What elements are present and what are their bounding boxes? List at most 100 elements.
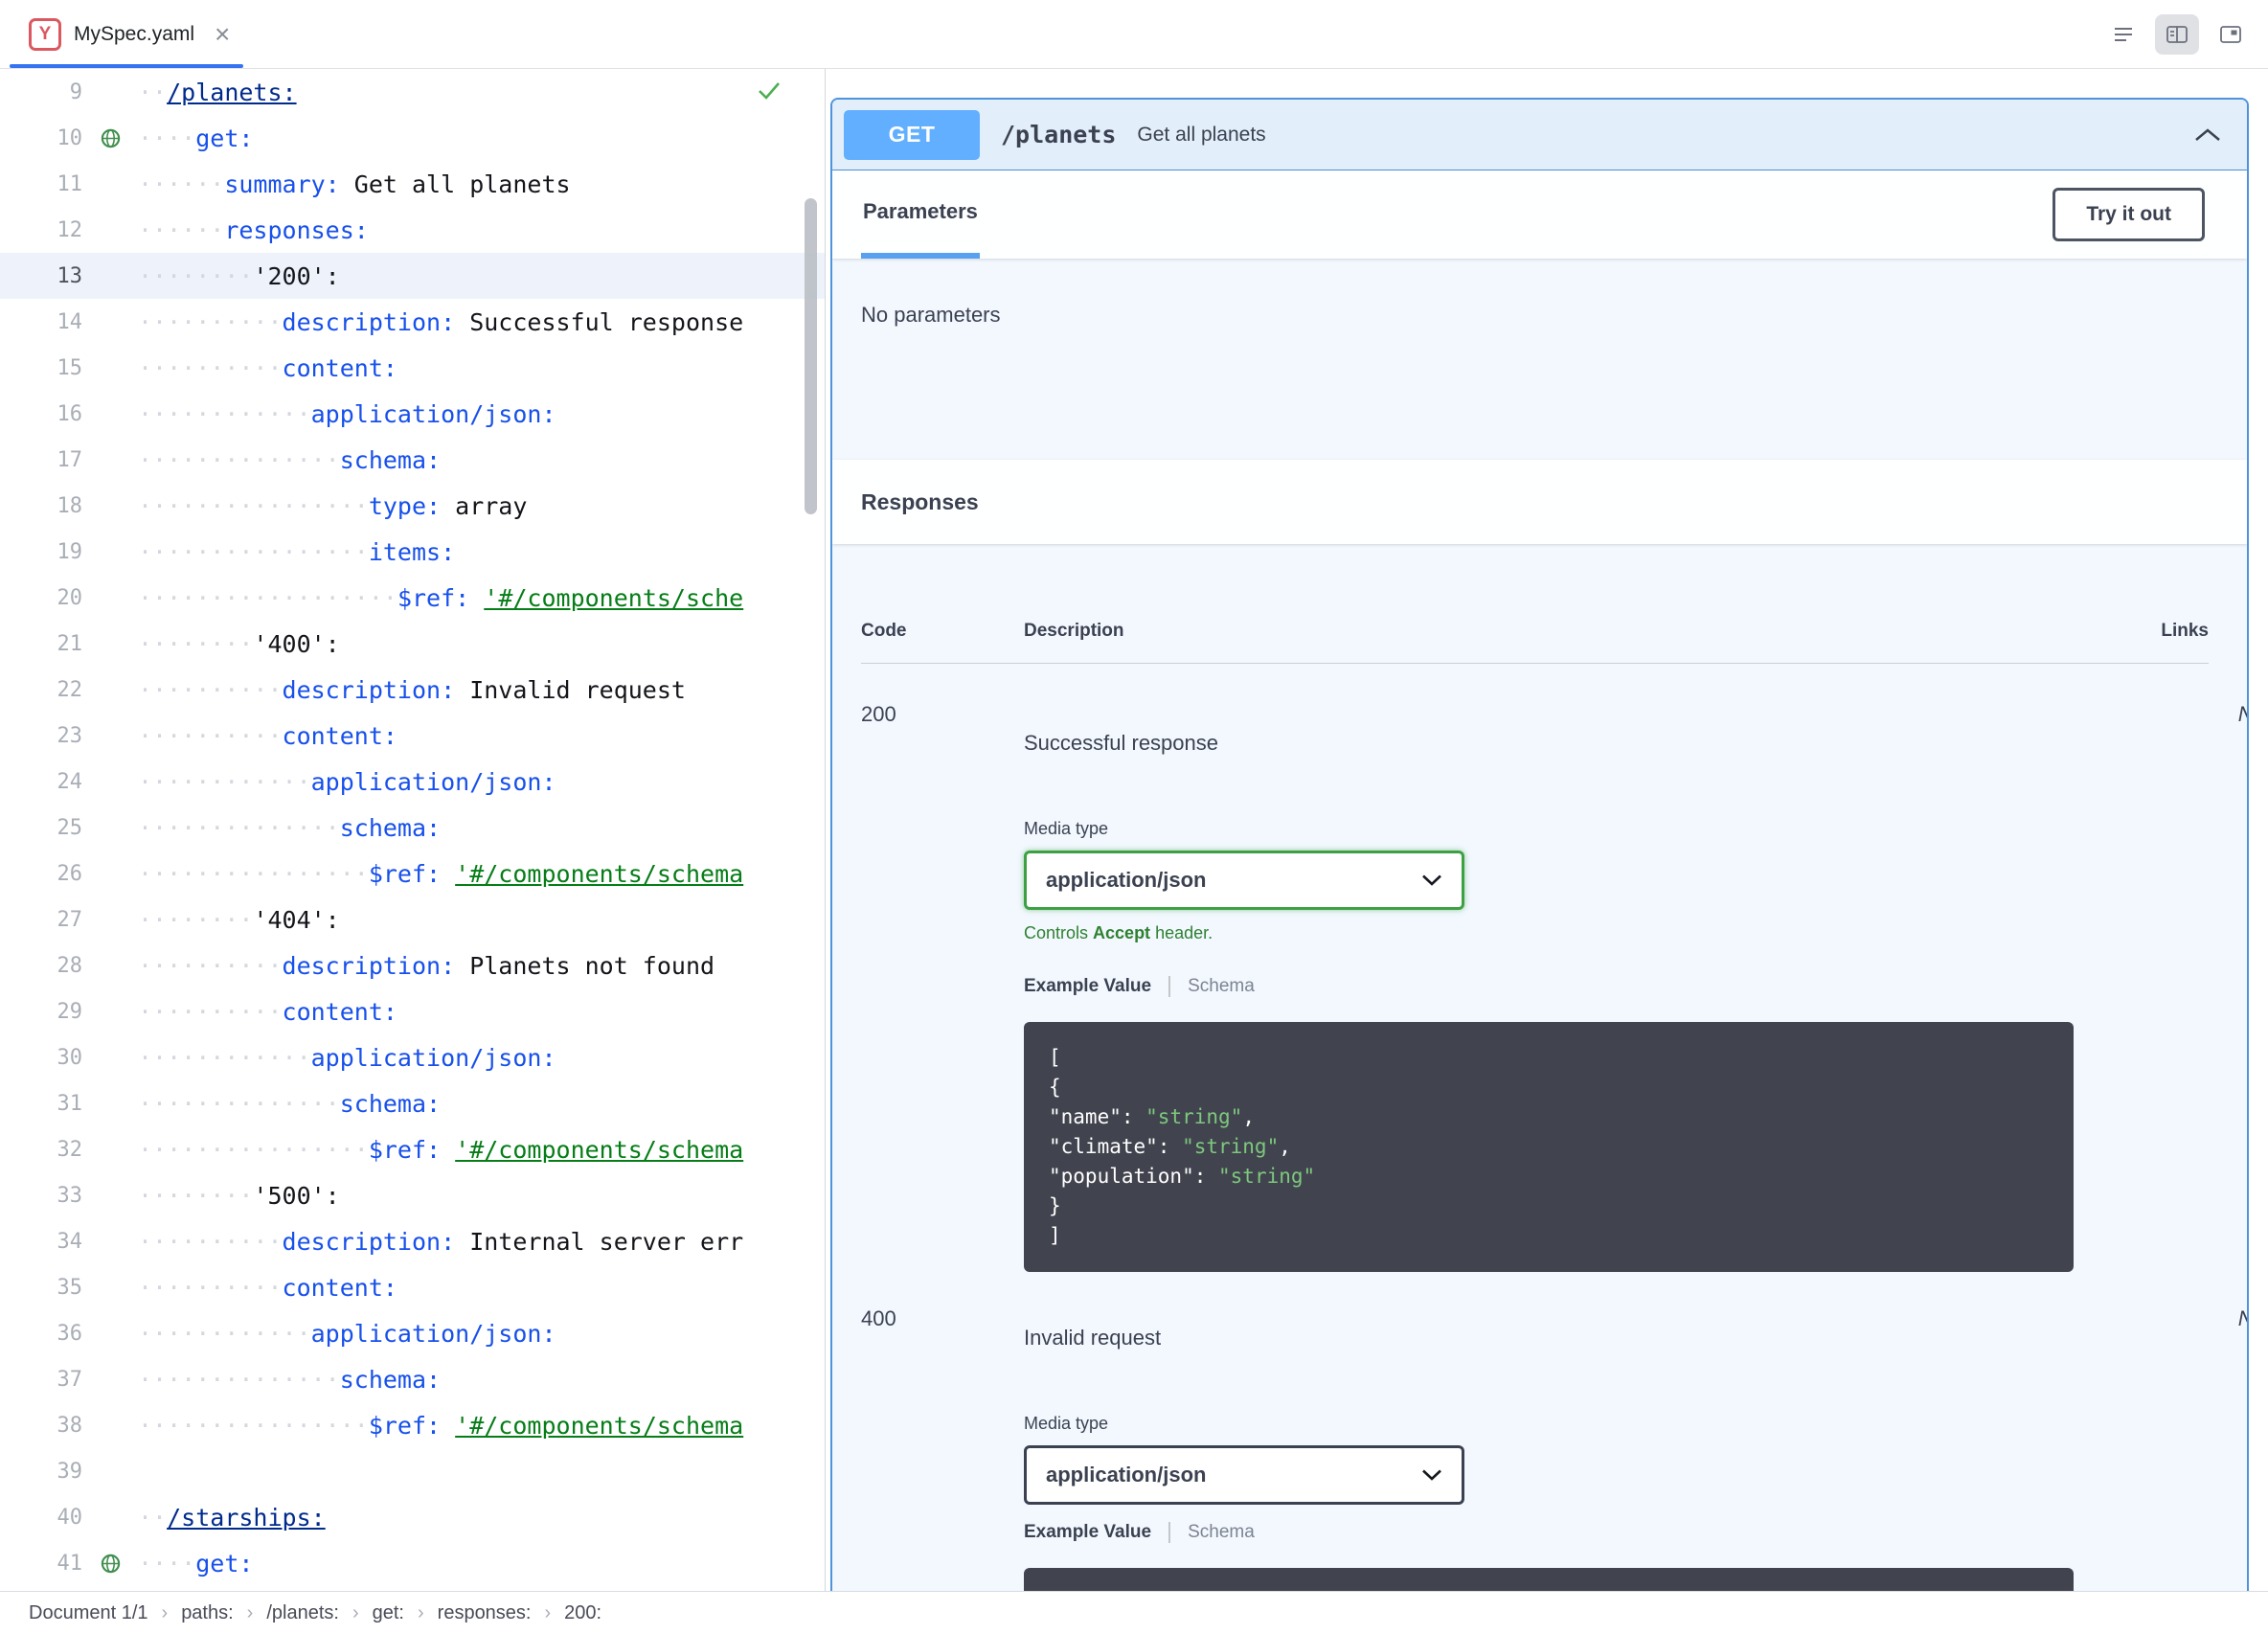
- breadcrumb-item[interactable]: 200:: [564, 1602, 601, 1624]
- tab-parameters[interactable]: Parameters: [861, 170, 980, 259]
- document-indicator[interactable]: Document 1/1: [29, 1602, 148, 1624]
- media-type-label: Media type: [1024, 1414, 1109, 1433]
- line-number: 35: [57, 1275, 83, 1300]
- editor-tab-bar: Y MySpec.yaml ×: [0, 0, 2268, 69]
- response-links: No links: [2074, 1272, 2247, 1591]
- breadcrumb-separator: ›: [544, 1601, 552, 1623]
- yaml-editor-pane[interactable]: 9 ··/planets: 10 ····get: 11 ······summary: G…: [0, 69, 826, 1591]
- close-icon[interactable]: ×: [215, 20, 230, 48]
- editor-line[interactable]: 30 ············application/json:: [0, 1034, 825, 1080]
- editor-line[interactable]: 15 ··········content:: [0, 345, 825, 391]
- status-bar: Document 1/1 › paths: › /planets: › get: › resp…: [0, 1591, 2268, 1634]
- operation-summary-text: Get all planets: [1137, 123, 1266, 146]
- editor-and-preview-icon[interactable]: [2155, 13, 2199, 55]
- editor-line[interactable]: 40 ··/starships:: [0, 1494, 825, 1540]
- yaml-file-icon: Y: [29, 17, 61, 51]
- editor-line[interactable]: 19 ················items:: [0, 529, 825, 575]
- main-split: 9 ··/planets: 10 ····get: 11 ······summary: G…: [0, 69, 2268, 1591]
- tab-myspec-yaml[interactable]: Y MySpec.yaml ×: [0, 0, 253, 68]
- inspections-passed-icon[interactable]: [756, 79, 782, 105]
- endpoint-globe-icon[interactable]: [82, 1553, 138, 1575]
- tab-schema[interactable]: Schema: [1188, 976, 1255, 997]
- editor-scrollbar[interactable]: [805, 198, 817, 514]
- line-number: 12: [57, 217, 83, 242]
- code-text: ············application/json:: [138, 767, 556, 796]
- response-description: Successful response: [1024, 731, 1218, 755]
- editor-line[interactable]: 26 ················$ref: '#/components/sc…: [0, 851, 825, 896]
- editor-line[interactable]: 39: [0, 1448, 825, 1494]
- code-text: ····get:: [138, 124, 254, 152]
- example-value-block[interactable]: {: [1024, 1568, 2074, 1591]
- editor-line[interactable]: 23 ··········content:: [0, 713, 825, 759]
- preview-only-icon[interactable]: [2209, 14, 2253, 55]
- code-text: ················$ref: '#/components/sche…: [138, 859, 744, 888]
- breadcrumb-item[interactable]: /planets:: [266, 1602, 339, 1624]
- editor-line[interactable]: 12 ······responses:: [0, 207, 825, 253]
- editor-line[interactable]: 11 ······summary: Get all planets: [0, 161, 825, 207]
- line-number: 39: [57, 1459, 83, 1484]
- code-text: ······responses:: [138, 216, 369, 244]
- collapse-chevron-icon[interactable]: [2193, 126, 2222, 144]
- example-schema-tabs: Example Value Schema: [1024, 1522, 2074, 1543]
- operation-summary-bar[interactable]: GET /planets Get all planets: [832, 100, 2247, 170]
- breadcrumb-item[interactable]: responses:: [438, 1602, 532, 1624]
- editor-line[interactable]: 13 ········'200':: [0, 253, 825, 299]
- editor-line[interactable]: 35 ··········content:: [0, 1264, 825, 1310]
- editor-line[interactable]: 21 ········'400':: [0, 621, 825, 667]
- response-code: 200: [861, 702, 896, 726]
- try-it-out-button[interactable]: Try it out: [2053, 188, 2205, 241]
- media-type-label: Media type: [1024, 819, 1109, 838]
- line-number: 34: [57, 1229, 83, 1254]
- line-number: 40: [57, 1505, 83, 1530]
- editor-line[interactable]: 27 ········'404':: [0, 896, 825, 942]
- editor-line[interactable]: 10 ····get:: [0, 115, 825, 161]
- tab-example-value[interactable]: Example Value: [1024, 1522, 1151, 1543]
- editor-line[interactable]: 41 ····get:: [0, 1540, 825, 1586]
- column-header-description: Description: [1024, 621, 1124, 641]
- editor-only-icon[interactable]: [2101, 14, 2145, 55]
- editor-line[interactable]: 34 ··········description: Internal server…: [0, 1218, 825, 1264]
- code-text: ··········content:: [138, 1273, 397, 1302]
- response-row-200: 200 Successful response Media type appli…: [861, 664, 2247, 1272]
- editor-line[interactable]: 18 ················type: array: [0, 483, 825, 529]
- media-type-select[interactable]: application/json: [1024, 1445, 1464, 1505]
- code-text: ········'500':: [138, 1181, 340, 1210]
- response-description: Invalid request: [1024, 1326, 1162, 1350]
- editor-line[interactable]: 37 ··············schema:: [0, 1356, 825, 1402]
- code-text: ················$ref: '#/components/sche…: [138, 1135, 744, 1164]
- response-description-cell: Invalid request Media type application/j…: [1024, 1272, 2074, 1591]
- editor-line[interactable]: 14 ··········description: Successful resp…: [0, 299, 825, 345]
- operation-path: /planets: [1001, 121, 1117, 148]
- line-number: 15: [57, 355, 83, 380]
- code-text: ··············schema:: [138, 1365, 442, 1394]
- breadcrumb-separator: ›: [246, 1601, 254, 1623]
- breadcrumb-item[interactable]: get:: [373, 1602, 404, 1624]
- editor-line[interactable]: 24 ············application/json:: [0, 759, 825, 805]
- editor-line[interactable]: 29 ··········content:: [0, 988, 825, 1034]
- editor-line[interactable]: 28 ··········description: Planets not fou…: [0, 942, 825, 988]
- response-links: No links: [2074, 664, 2247, 1272]
- editor-line[interactable]: 38 ················$ref: '#/components/sc…: [0, 1402, 825, 1448]
- tab-example-value[interactable]: Example Value: [1024, 976, 1151, 997]
- code-text: ················type: array: [138, 491, 528, 520]
- editor-line[interactable]: 31 ··············schema:: [0, 1080, 825, 1126]
- editor-line[interactable]: 25 ··············schema:: [0, 805, 825, 851]
- editor-line[interactable]: 16 ············application/json:: [0, 391, 825, 437]
- editor-line[interactable]: 9 ··/planets:: [0, 69, 825, 115]
- chevron-down-icon: [1422, 1469, 1441, 1481]
- example-value-block[interactable]: [ { "name": "string", "climate": "string…: [1024, 1022, 2074, 1272]
- editor-line[interactable]: 22 ··········description: Invalid request: [0, 667, 825, 713]
- editor-line[interactable]: 20 ··················$ref: '#/components/…: [0, 575, 825, 621]
- editor-line[interactable]: 17 ··············schema:: [0, 437, 825, 483]
- endpoint-globe-icon[interactable]: [82, 127, 138, 149]
- breadcrumb-item[interactable]: paths:: [181, 1602, 233, 1624]
- response-description-cell: Successful response Media type applicati…: [1024, 664, 2074, 1272]
- editor-line[interactable]: 33 ········'500':: [0, 1172, 825, 1218]
- example-schema-tabs: Example Value Schema: [1024, 976, 2074, 997]
- editor-line[interactable]: 36 ············application/json:: [0, 1310, 825, 1356]
- media-type-select[interactable]: application/json: [1024, 851, 1464, 910]
- tab-schema[interactable]: Schema: [1188, 1522, 1255, 1543]
- editor-line[interactable]: 32 ················$ref: '#/components/sc…: [0, 1126, 825, 1172]
- line-number: 26: [57, 861, 83, 886]
- line-number: 16: [57, 401, 83, 426]
